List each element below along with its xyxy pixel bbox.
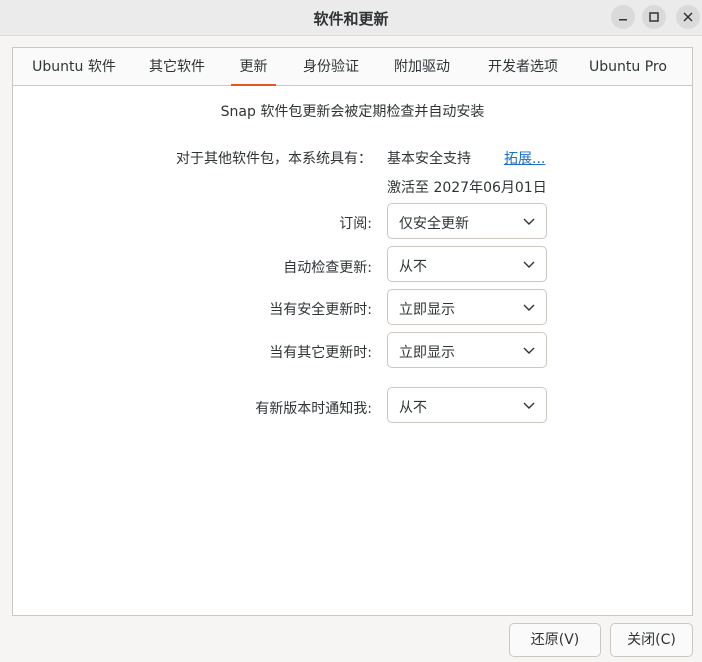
tab-updates[interactable]: 更新 xyxy=(231,48,276,86)
subscribed-dropdown[interactable]: 仅安全更新 xyxy=(387,203,547,239)
security-updates-value: 立即显示 xyxy=(399,302,455,318)
tab-ubuntu-pro[interactable]: Ubuntu Pro xyxy=(587,48,669,86)
other-updates-label: 当有其它更新时: xyxy=(269,345,372,361)
title-bar: 软件和更新 xyxy=(0,0,702,36)
other-updates-value: 立即显示 xyxy=(399,345,455,361)
support-level: 基本安全支持 xyxy=(387,151,471,167)
other-updates-dropdown[interactable]: 立即显示 xyxy=(387,332,547,368)
window-title: 软件和更新 xyxy=(313,10,389,28)
activated-until: 激活至 2027年06月01日 xyxy=(387,180,547,196)
security-updates-label: 当有安全更新时: xyxy=(269,302,372,318)
maximize-icon xyxy=(649,12,659,22)
subscribed-value: 仅安全更新 xyxy=(399,216,469,232)
tab-bar: Ubuntu 软件 其它软件 更新 身份验证 附加驱动 开发者选项 Ubuntu… xyxy=(13,48,692,86)
revert-button[interactable]: 还原(V) xyxy=(509,623,601,657)
chevron-down-icon xyxy=(523,218,535,225)
close-icon xyxy=(683,12,693,22)
notify-label: 有新版本时通知我: xyxy=(255,401,372,417)
minimize-icon xyxy=(619,19,627,21)
chevron-down-icon xyxy=(523,347,535,354)
chevron-down-icon xyxy=(523,304,535,311)
settings-notebook: Ubuntu 软件 其它软件 更新 身份验证 附加驱动 开发者选项 Ubuntu… xyxy=(12,47,693,616)
snap-notice: Snap 软件包更新会被定期检查并自动安装 xyxy=(220,104,485,120)
chevron-down-icon xyxy=(523,261,535,268)
extend-link[interactable]: 拓展... xyxy=(504,148,545,168)
close-button[interactable]: 关闭(C) xyxy=(610,623,693,657)
close-window-button[interactable] xyxy=(676,5,700,29)
auto-check-value: 从不 xyxy=(399,259,427,275)
auto-check-label: 自动检查更新: xyxy=(283,260,372,276)
notify-dropdown[interactable]: 从不 xyxy=(387,387,547,423)
tab-ubuntu-software[interactable]: Ubuntu 软件 xyxy=(31,48,117,86)
tab-authentication[interactable]: 身份验证 xyxy=(295,48,367,86)
other-packages-label: 对于其他软件包，本系统具有： xyxy=(176,151,372,167)
notify-value: 从不 xyxy=(399,400,427,416)
tab-other-software[interactable]: 其它软件 xyxy=(141,48,213,86)
tab-additional-drivers[interactable]: 附加驱动 xyxy=(386,48,458,86)
minimize-button[interactable] xyxy=(611,5,635,29)
subscribed-label: 订阅: xyxy=(339,216,372,232)
security-updates-dropdown[interactable]: 立即显示 xyxy=(387,289,547,325)
auto-check-dropdown[interactable]: 从不 xyxy=(387,246,547,282)
maximize-button[interactable] xyxy=(642,5,666,29)
tab-developer-options[interactable]: 开发者选项 xyxy=(478,48,568,86)
chevron-down-icon xyxy=(523,402,535,409)
